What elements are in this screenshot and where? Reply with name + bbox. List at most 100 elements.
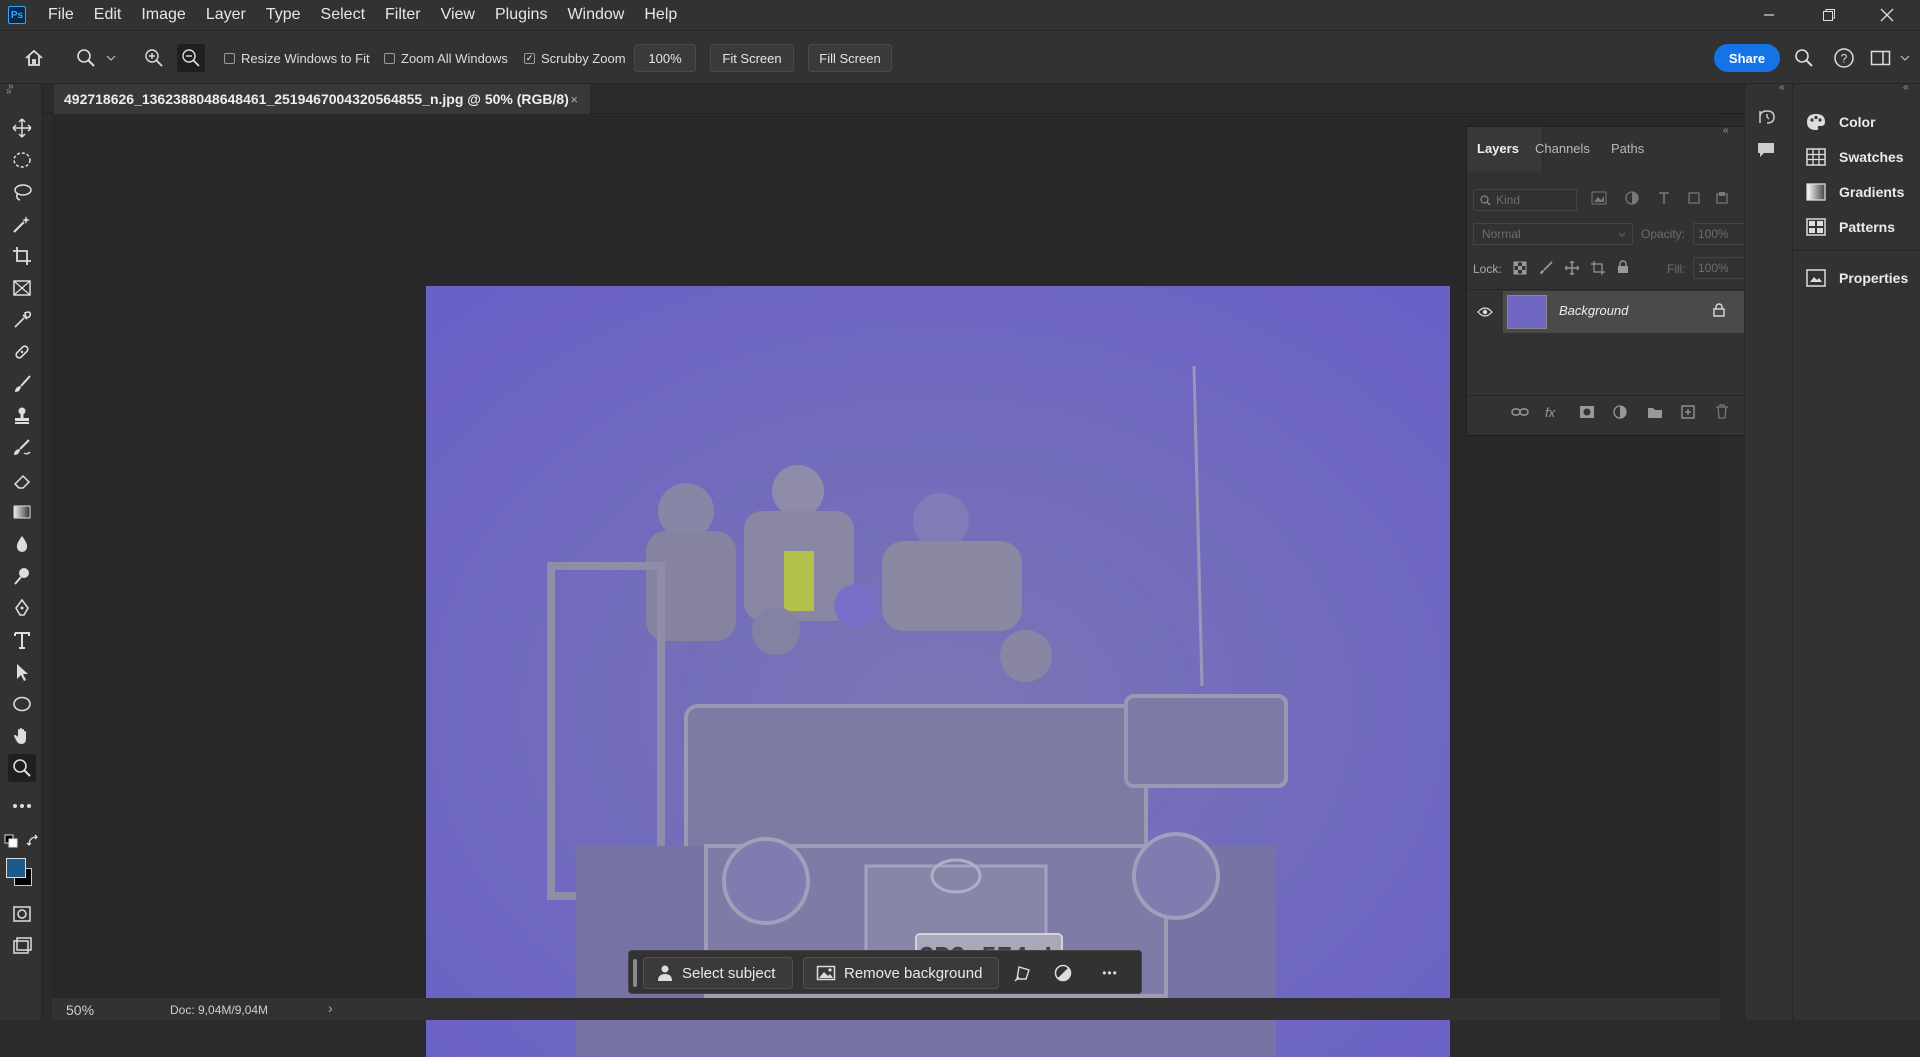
tab-paths[interactable]: Paths [1611,141,1644,156]
brush-tool-icon[interactable] [8,370,36,398]
foreground-color-swatch[interactable] [6,858,26,878]
history-brush-icon[interactable] [8,434,36,462]
eyedropper-icon[interactable] [8,306,36,334]
menu-edit[interactable]: Edit [84,0,132,30]
dodge-tool-icon[interactable] [8,562,36,590]
lock-position-icon[interactable] [1564,260,1580,278]
scrubby-zoom-checkbox[interactable]: ✓ Scrubby Zoom [524,51,626,66]
frame-tool-icon[interactable] [8,274,36,302]
path-selection-icon[interactable] [8,658,36,686]
more-tools-icon[interactable] [8,792,36,820]
collapse-arrows-icon[interactable]: » [8,81,14,92]
close-window-icon[interactable] [1858,0,1916,30]
zoom-level[interactable]: 50% [66,1002,94,1018]
more-options-icon[interactable]: ••• [1095,961,1125,985]
restore-icon[interactable] [1800,0,1858,30]
patterns-panel-button[interactable]: Patterns [1805,217,1895,237]
delete-layer-icon[interactable] [1715,404,1729,422]
blur-tool-icon[interactable] [8,530,36,558]
eraser-tool-icon[interactable] [8,466,36,494]
marquee-tool-icon[interactable] [8,146,36,174]
new-adjustment-icon[interactable] [1613,405,1627,422]
menu-image[interactable]: Image [131,0,195,30]
filter-adjustment-icon[interactable] [1625,191,1639,208]
zoom-out-icon[interactable] [177,44,205,72]
ellipse-tool-icon[interactable] [8,690,36,718]
share-button[interactable]: Share [1714,44,1780,72]
gradients-panel-button[interactable]: Gradients [1805,182,1904,202]
zoom-tool-icon[interactable] [72,45,100,71]
resize-windows-checkbox[interactable]: Resize Windows to Fit [224,51,370,66]
fill-screen-button[interactable]: Fill Screen [808,44,892,72]
menu-help[interactable]: Help [634,0,687,30]
collapse-arrows-icon[interactable]: « [1723,125,1729,136]
lock-pixels-icon[interactable] [1539,261,1553,278]
select-subject-button[interactable]: Select subject [643,957,793,989]
swatches-panel-button[interactable]: Swatches [1805,147,1904,167]
status-arrow-icon[interactable]: › [328,1000,333,1016]
document-image[interactable]: CPG 574 L [426,286,1450,1057]
menu-file[interactable]: File [38,0,84,30]
crop-tool-icon[interactable] [8,242,36,270]
menu-window[interactable]: Window [557,0,634,30]
stamp-tool-icon[interactable] [8,402,36,430]
healing-brush-icon[interactable] [8,338,36,366]
menu-view[interactable]: View [431,0,485,30]
zoom-value-field[interactable]: 100% [634,44,696,72]
properties-panel-button[interactable]: Properties [1805,268,1908,288]
minimize-icon[interactable] [1740,0,1798,30]
workspace-icon[interactable] [1868,46,1894,70]
pen-tool-icon[interactable] [8,594,36,622]
gradient-tool-icon[interactable] [8,498,36,526]
search-icon[interactable] [1792,46,1816,70]
layer-name[interactable]: Background [1559,303,1628,318]
lock-transparent-icon[interactable] [1513,261,1527,278]
new-layer-icon[interactable] [1681,405,1695,422]
tab-layers[interactable]: Layers [1477,141,1519,156]
tab-channels[interactable]: Channels [1535,141,1590,156]
menu-type[interactable]: Type [256,0,311,30]
comments-panel-icon[interactable] [1757,142,1775,161]
adjustment-icon[interactable] [1051,961,1075,985]
document-tab[interactable]: 492718626_1362388048648461_2519467004320… [54,84,590,114]
blend-mode-select[interactable]: Normal [1473,223,1633,245]
new-group-icon[interactable] [1647,405,1663,422]
home-icon[interactable] [20,45,48,71]
filter-shape-icon[interactable] [1687,191,1701,208]
collapse-arrows-icon[interactable]: « [1779,82,1785,93]
fill-field[interactable]: 100% [1693,257,1751,279]
fit-screen-button[interactable]: Fit Screen [710,44,794,72]
collapse-arrows-icon[interactable]: « [1903,82,1909,93]
default-colors-icon[interactable] [4,834,18,851]
chevron-down-icon[interactable] [104,49,118,67]
layer-row-background[interactable]: Background [1503,291,1761,333]
menu-select[interactable]: Select [311,0,375,30]
menu-filter[interactable]: Filter [375,0,431,30]
filter-type-icon[interactable] [1657,191,1671,208]
lock-icon[interactable] [1713,303,1725,320]
lasso-tool-icon[interactable] [8,178,36,206]
color-panel-button[interactable]: Color [1805,112,1876,132]
screen-mode-icon[interactable] [8,932,36,960]
close-tab-icon[interactable]: × [570,92,578,107]
chevron-down-icon[interactable] [1898,51,1912,65]
lock-all-icon[interactable] [1617,260,1629,277]
magic-wand-icon[interactable] [8,210,36,238]
lock-artboard-icon[interactable] [1591,261,1605,278]
hand-tool-icon[interactable] [8,722,36,750]
move-tool-icon[interactable] [8,114,36,142]
visibility-eye-icon[interactable] [1477,306,1493,321]
link-layers-icon[interactable] [1511,405,1529,422]
type-tool-icon[interactable] [8,626,36,654]
menu-plugins[interactable]: Plugins [485,0,557,30]
quick-mask-icon[interactable] [8,900,36,928]
transform-icon[interactable] [1011,961,1035,985]
history-panel-icon[interactable] [1757,108,1777,129]
add-mask-icon[interactable] [1579,405,1595,422]
filter-smart-icon[interactable] [1715,191,1729,208]
zoom-tool-icon[interactable] [8,754,36,782]
swap-colors-icon[interactable] [26,834,40,851]
fx-icon[interactable]: fx [1545,405,1555,420]
remove-background-button[interactable]: Remove background [803,957,999,989]
drag-handle[interactable] [633,959,637,987]
